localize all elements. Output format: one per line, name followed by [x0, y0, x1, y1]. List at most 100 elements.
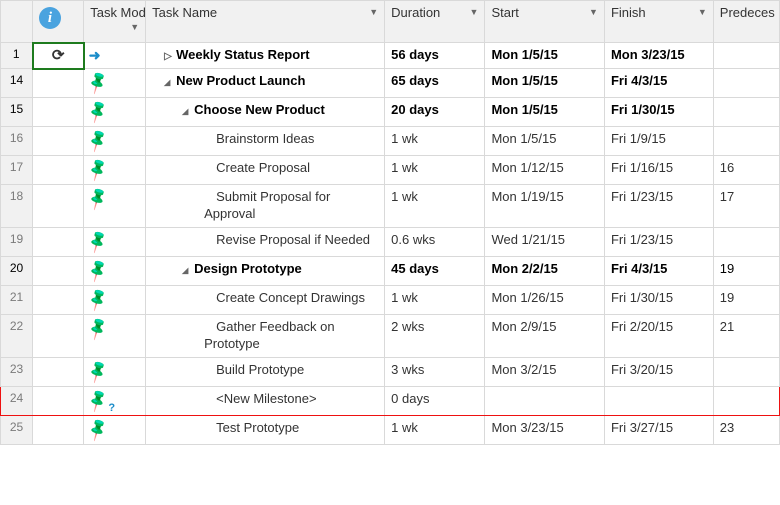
info-cell[interactable] [33, 386, 84, 415]
task-name-cell[interactable]: Create Concept Drawings [146, 285, 385, 314]
task-mode-cell[interactable]: 📌 [84, 256, 146, 285]
chevron-down-icon[interactable]: ▼ [589, 7, 598, 17]
info-cell[interactable]: ⟳ [33, 43, 84, 69]
predecessors-cell[interactable] [713, 98, 779, 127]
finish-cell[interactable]: Fri 1/23/15 [604, 227, 713, 256]
duration-cell[interactable]: 1 wk [385, 127, 485, 156]
info-cell[interactable] [33, 256, 84, 285]
task-table[interactable]: i Task Mode ▼ Task Name ▼ Duration ▼ Sta… [0, 0, 780, 445]
row-number-cell[interactable]: 17 [1, 156, 33, 185]
info-column-header[interactable]: i [33, 1, 84, 43]
duration-cell[interactable]: 65 days [385, 69, 485, 98]
task-mode-cell[interactable]: 📌 [84, 227, 146, 256]
duration-cell[interactable]: 1 wk [385, 185, 485, 228]
start-cell[interactable]: Mon 1/12/15 [485, 156, 605, 185]
chevron-down-icon[interactable]: ▼ [698, 7, 707, 17]
row-number-header[interactable] [1, 1, 33, 43]
table-row[interactable]: 1⟳➜▷Weekly Status Report56 daysMon 1/5/1… [1, 43, 780, 69]
table-row[interactable]: 19 📌 Revise Proposal if Needed0.6 wksWed … [1, 227, 780, 256]
row-number-cell[interactable]: 18 [1, 185, 33, 228]
task-name-cell[interactable]: Create Proposal [146, 156, 385, 185]
finish-cell[interactable]: Fri 3/27/15 [604, 415, 713, 444]
predecessors-cell[interactable]: 23 [713, 415, 779, 444]
table-row[interactable]: 20📌◢Design Prototype45 daysMon 2/2/15Fri… [1, 256, 780, 285]
info-cell[interactable] [33, 357, 84, 386]
task-name-cell[interactable]: Test Prototype [146, 415, 385, 444]
row-number-cell[interactable]: 25 [1, 415, 33, 444]
info-cell[interactable] [33, 156, 84, 185]
row-number-cell[interactable]: 23 [1, 357, 33, 386]
predecessors-cell[interactable] [713, 386, 779, 415]
task-mode-cell[interactable]: 📌 [84, 415, 146, 444]
duration-cell[interactable]: 45 days [385, 256, 485, 285]
predecessors-cell[interactable] [713, 227, 779, 256]
start-cell[interactable] [485, 386, 605, 415]
expand-toggle-icon[interactable]: ▷ [164, 50, 174, 63]
finish-cell[interactable]: Fri 2/20/15 [604, 314, 713, 357]
predecessors-cell[interactable]: 21 [713, 314, 779, 357]
task-name-cell[interactable]: ◢New Product Launch [146, 69, 385, 98]
duration-cell[interactable]: 1 wk [385, 285, 485, 314]
task-name-cell[interactable]: Revise Proposal if Needed [146, 227, 385, 256]
row-number-cell[interactable]: 1 [1, 43, 33, 69]
row-number-cell[interactable]: 24 [1, 386, 33, 415]
finish-cell[interactable]: Fri 1/9/15 [604, 127, 713, 156]
duration-cell[interactable]: 56 days [385, 43, 485, 69]
row-number-cell[interactable]: 16 [1, 127, 33, 156]
task-name-cell[interactable]: Submit Proposal for Approval [146, 185, 385, 228]
task-mode-cell[interactable]: 📌 [84, 357, 146, 386]
start-cell[interactable]: Mon 3/23/15 [485, 415, 605, 444]
task-mode-cell[interactable]: 📌 [84, 285, 146, 314]
task-mode-cell[interactable]: 📌 [84, 156, 146, 185]
task-mode-cell[interactable]: ➜ [84, 43, 146, 69]
start-cell[interactable]: Mon 1/5/15 [485, 98, 605, 127]
predecessors-cell[interactable] [713, 43, 779, 69]
task-name-cell[interactable]: Brainstorm Ideas [146, 127, 385, 156]
task-name-cell[interactable]: ◢Design Prototype [146, 256, 385, 285]
info-cell[interactable] [33, 314, 84, 357]
finish-cell[interactable]: Fri 1/16/15 [604, 156, 713, 185]
start-cell[interactable]: Mon 2/2/15 [485, 256, 605, 285]
chevron-down-icon[interactable]: ▼ [369, 7, 378, 17]
predecessors-cell[interactable]: 17 [713, 185, 779, 228]
task-mode-column-header[interactable]: Task Mode ▼ [84, 1, 146, 43]
start-cell[interactable]: Mon 1/5/15 [485, 127, 605, 156]
start-cell[interactable]: Mon 2/9/15 [485, 314, 605, 357]
duration-cell[interactable]: 0 days [385, 386, 485, 415]
table-row[interactable]: 21📌 Create Concept Drawings1 wkMon 1/26/… [1, 285, 780, 314]
table-row[interactable]: 17📌 Create Proposal1 wkMon 1/12/15Fri 1/… [1, 156, 780, 185]
table-row[interactable]: 22📌 Gather Feedback on Prototype2 wksMon… [1, 314, 780, 357]
task-name-cell[interactable]: ◢Choose New Product [146, 98, 385, 127]
duration-column-header[interactable]: Duration ▼ [385, 1, 485, 43]
duration-cell[interactable]: 20 days [385, 98, 485, 127]
info-cell[interactable] [33, 285, 84, 314]
table-row[interactable]: 15📌◢Choose New Product20 daysMon 1/5/15F… [1, 98, 780, 127]
collapse-toggle-icon[interactable]: ◢ [182, 266, 192, 276]
finish-cell[interactable]: Fri 4/3/15 [604, 69, 713, 98]
finish-cell[interactable]: Mon 3/23/15 [604, 43, 713, 69]
row-number-cell[interactable]: 19 [1, 227, 33, 256]
predecessors-cell[interactable] [713, 357, 779, 386]
info-cell[interactable] [33, 98, 84, 127]
info-cell[interactable] [33, 127, 84, 156]
predecessors-cell[interactable]: 19 [713, 285, 779, 314]
start-cell[interactable]: Mon 3/2/15 [485, 357, 605, 386]
table-row[interactable]: 14📌◢New Product Launch65 daysMon 1/5/15F… [1, 69, 780, 98]
start-cell[interactable]: Wed 1/21/15 [485, 227, 605, 256]
table-row[interactable]: 16📌 Brainstorm Ideas1 wkMon 1/5/15Fri 1/… [1, 127, 780, 156]
task-name-cell[interactable]: ▷Weekly Status Report [146, 43, 385, 69]
task-name-cell[interactable]: Gather Feedback on Prototype [146, 314, 385, 357]
row-number-cell[interactable]: 14 [1, 69, 33, 98]
info-cell[interactable] [33, 227, 84, 256]
start-column-header[interactable]: Start ▼ [485, 1, 605, 43]
table-row[interactable]: 25📌 Test Prototype1 wkMon 3/23/15Fri 3/2… [1, 415, 780, 444]
task-mode-cell[interactable]: 📌 [84, 314, 146, 357]
collapse-toggle-icon[interactable]: ◢ [182, 107, 192, 117]
duration-cell[interactable]: 0.6 wks [385, 227, 485, 256]
start-cell[interactable]: Mon 1/5/15 [485, 43, 605, 69]
duration-cell[interactable]: 3 wks [385, 357, 485, 386]
predecessors-cell[interactable] [713, 127, 779, 156]
start-cell[interactable]: Mon 1/5/15 [485, 69, 605, 98]
info-cell[interactable] [33, 185, 84, 228]
finish-cell[interactable]: Fri 4/3/15 [604, 256, 713, 285]
